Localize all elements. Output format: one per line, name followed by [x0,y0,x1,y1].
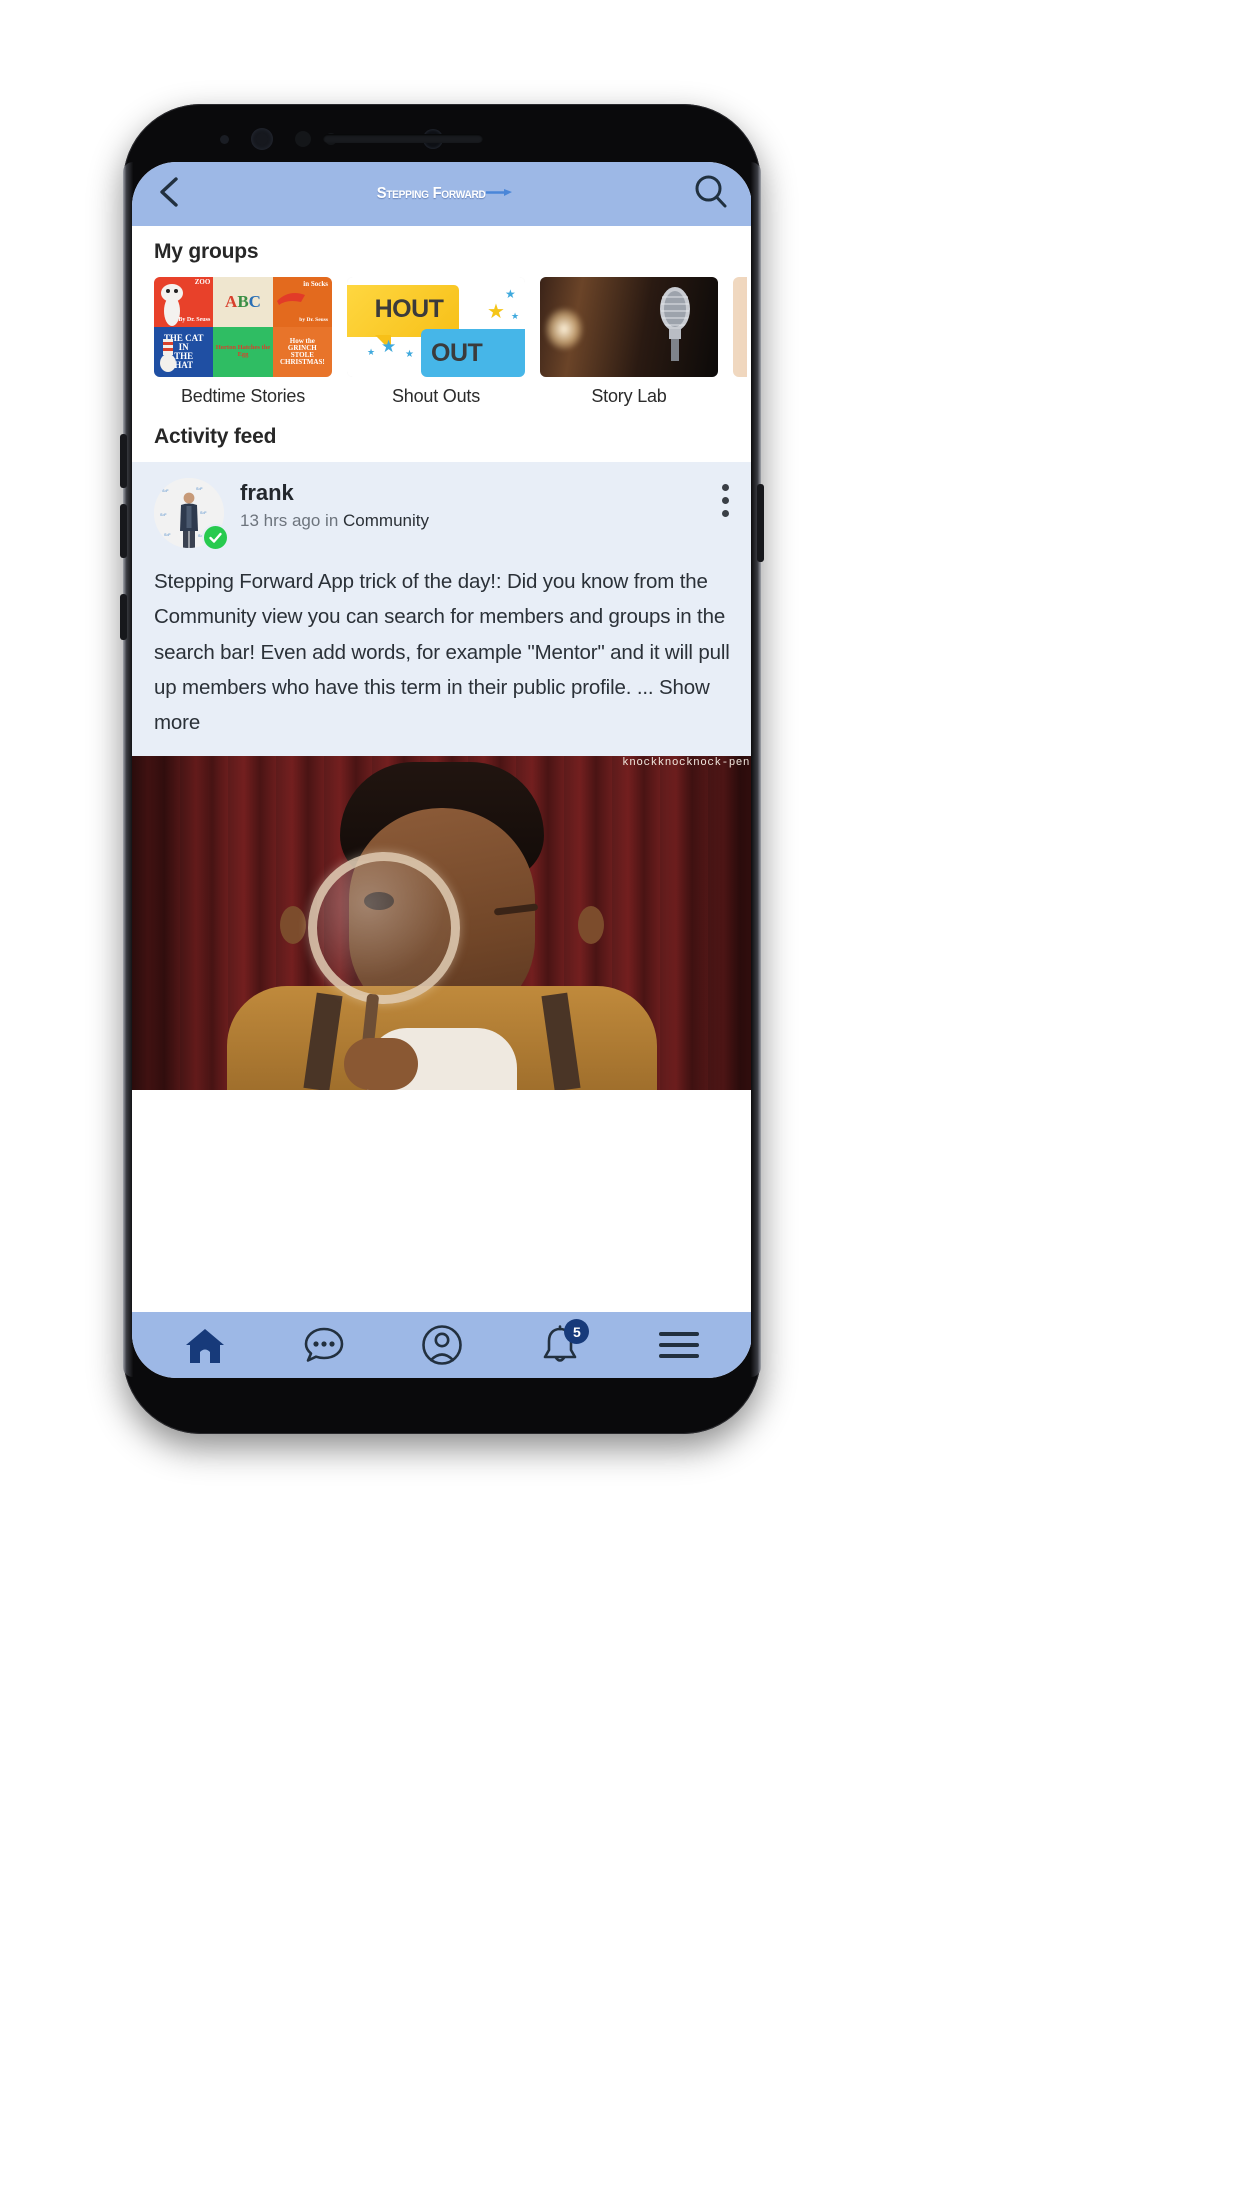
bottom-navigation-bar: 5 [132,1312,752,1378]
search-icon [695,175,727,207]
feed-post: S•F S•F S•F S•F S•F S•F [132,462,752,757]
volume-up-button[interactable] [120,434,127,488]
power-button[interactable] [757,484,764,562]
post-header: S•F S•F S•F S•F S•F S•F [154,478,730,551]
home-icon [186,1329,225,1363]
post-timestamp: 13 hrs ago in [240,511,344,531]
nav-item-notifications[interactable]: 5 [529,1319,591,1369]
volume-down-button[interactable] [120,504,127,558]
group-thumbnail [733,277,747,377]
light-glow [544,307,584,351]
earpiece-speaker [323,134,483,143]
back-button[interactable] [154,175,184,214]
app-header: Stepping Forward [132,162,752,226]
proximity-sensor-icon [220,135,229,144]
post-image[interactable]: knockknocknock-pen [132,756,752,1091]
light-sensor-icon [295,131,311,147]
verified-badge [202,524,229,551]
my-groups-section: My groups ZOO By Dr. Seuss A B C in Sock… [132,226,752,409]
magnifying-glass-icon [308,852,460,1005]
star-icon: ★ [487,301,505,323]
image-watermark: knockknocknock-pen [622,757,750,770]
person-circle-icon [422,1325,462,1365]
post-author-block: frank 13 hrs ago in Community [240,478,429,531]
star-icon: ★ [367,347,376,357]
phone-screen: Stepping Forward My groups ZOO By Dr. Se… [132,162,752,1378]
brand-logo: Stepping Forward [132,162,752,226]
ear-right [578,906,604,945]
group-card-shout-outs[interactable]: HOUT OUT ★ ★ ★ ★ ★ ★ Shout Outs [347,277,525,407]
book-cover-abc: ABC [213,277,273,327]
group-card-bedtime-stories[interactable]: ZOO By Dr. Seuss ABC in Socks by Dr. Seu… [154,277,332,407]
star-icon: ★ [505,287,516,301]
more-vertical-icon [722,484,729,491]
group-thumbnail [540,277,718,377]
post-options-button[interactable] [722,484,730,523]
post-author-name[interactable]: frank [240,480,429,505]
out-text: OUT [431,339,483,367]
star-icon: ★ [511,311,520,321]
post-meta: 13 hrs ago in Community [240,511,429,531]
post-group-name[interactable]: Community [343,511,429,530]
groups-carousel[interactable]: ZOO By Dr. Seuss ABC in Socks by Dr. Seu… [132,277,752,407]
chevron-left-icon [160,176,178,207]
star-icon: ★ [405,349,414,360]
brand-logo-text: Stepping Forward [376,185,486,202]
star-icon: ★ [381,337,397,356]
post-body: Stepping Forward App trick of the day!: … [154,564,730,756]
nav-item-profile[interactable] [411,1321,473,1369]
chat-bubble-icon [304,1327,343,1362]
book-cover-cat-in-the-hat: THE CAT IN THE HAT [154,327,214,377]
search-button[interactable] [692,173,730,216]
hamburger-menu-icon [658,1332,699,1358]
group-thumbnail: ZOO By Dr. Seuss ABC in Socks by Dr. Seu… [154,277,332,377]
sensor-cluster [123,126,761,152]
group-card-story-lab[interactable]: Story Lab [540,277,718,407]
book-cover-grinch: How the GRINCH STOLE CHRISTMAS! [272,327,332,377]
iris-scanner-icon [251,128,273,150]
activity-feed-title: Activity feed [154,425,277,448]
book-cover-zoo: ZOO By Dr. Seuss [154,277,214,327]
group-label: Story Lab [591,386,667,406]
assistant-button[interactable] [120,594,127,640]
group-thumbnail: HOUT OUT ★ ★ ★ ★ ★ ★ [347,277,525,377]
more-vertical-icon [722,497,729,504]
hand [344,1038,418,1091]
book-cover-horton: Horton Hatches the Egg [213,327,273,377]
group-label: Bedtime Stories [180,386,306,406]
forward-arrow-icon [486,188,513,196]
more-vertical-icon [722,510,729,517]
nav-item-home[interactable] [174,1321,236,1369]
book-cover-socks: in Socks by Dr. Seuss [272,277,332,327]
notification-badge: 5 [564,1319,590,1344]
nav-item-messages[interactable] [293,1321,355,1369]
phone-device: Stepping Forward My groups ZOO By Dr. Se… [120,104,764,1434]
microphone-icon [660,287,690,361]
nav-item-menu[interactable] [648,1321,710,1369]
ear-left [280,906,306,945]
group-label: Shout Outs [391,386,481,406]
my-groups-title: My groups [154,240,259,263]
person-photo [180,492,198,548]
shout-text: HOUT [374,295,444,323]
check-icon [209,532,222,543]
group-card-next-peek[interactable] [733,277,747,407]
